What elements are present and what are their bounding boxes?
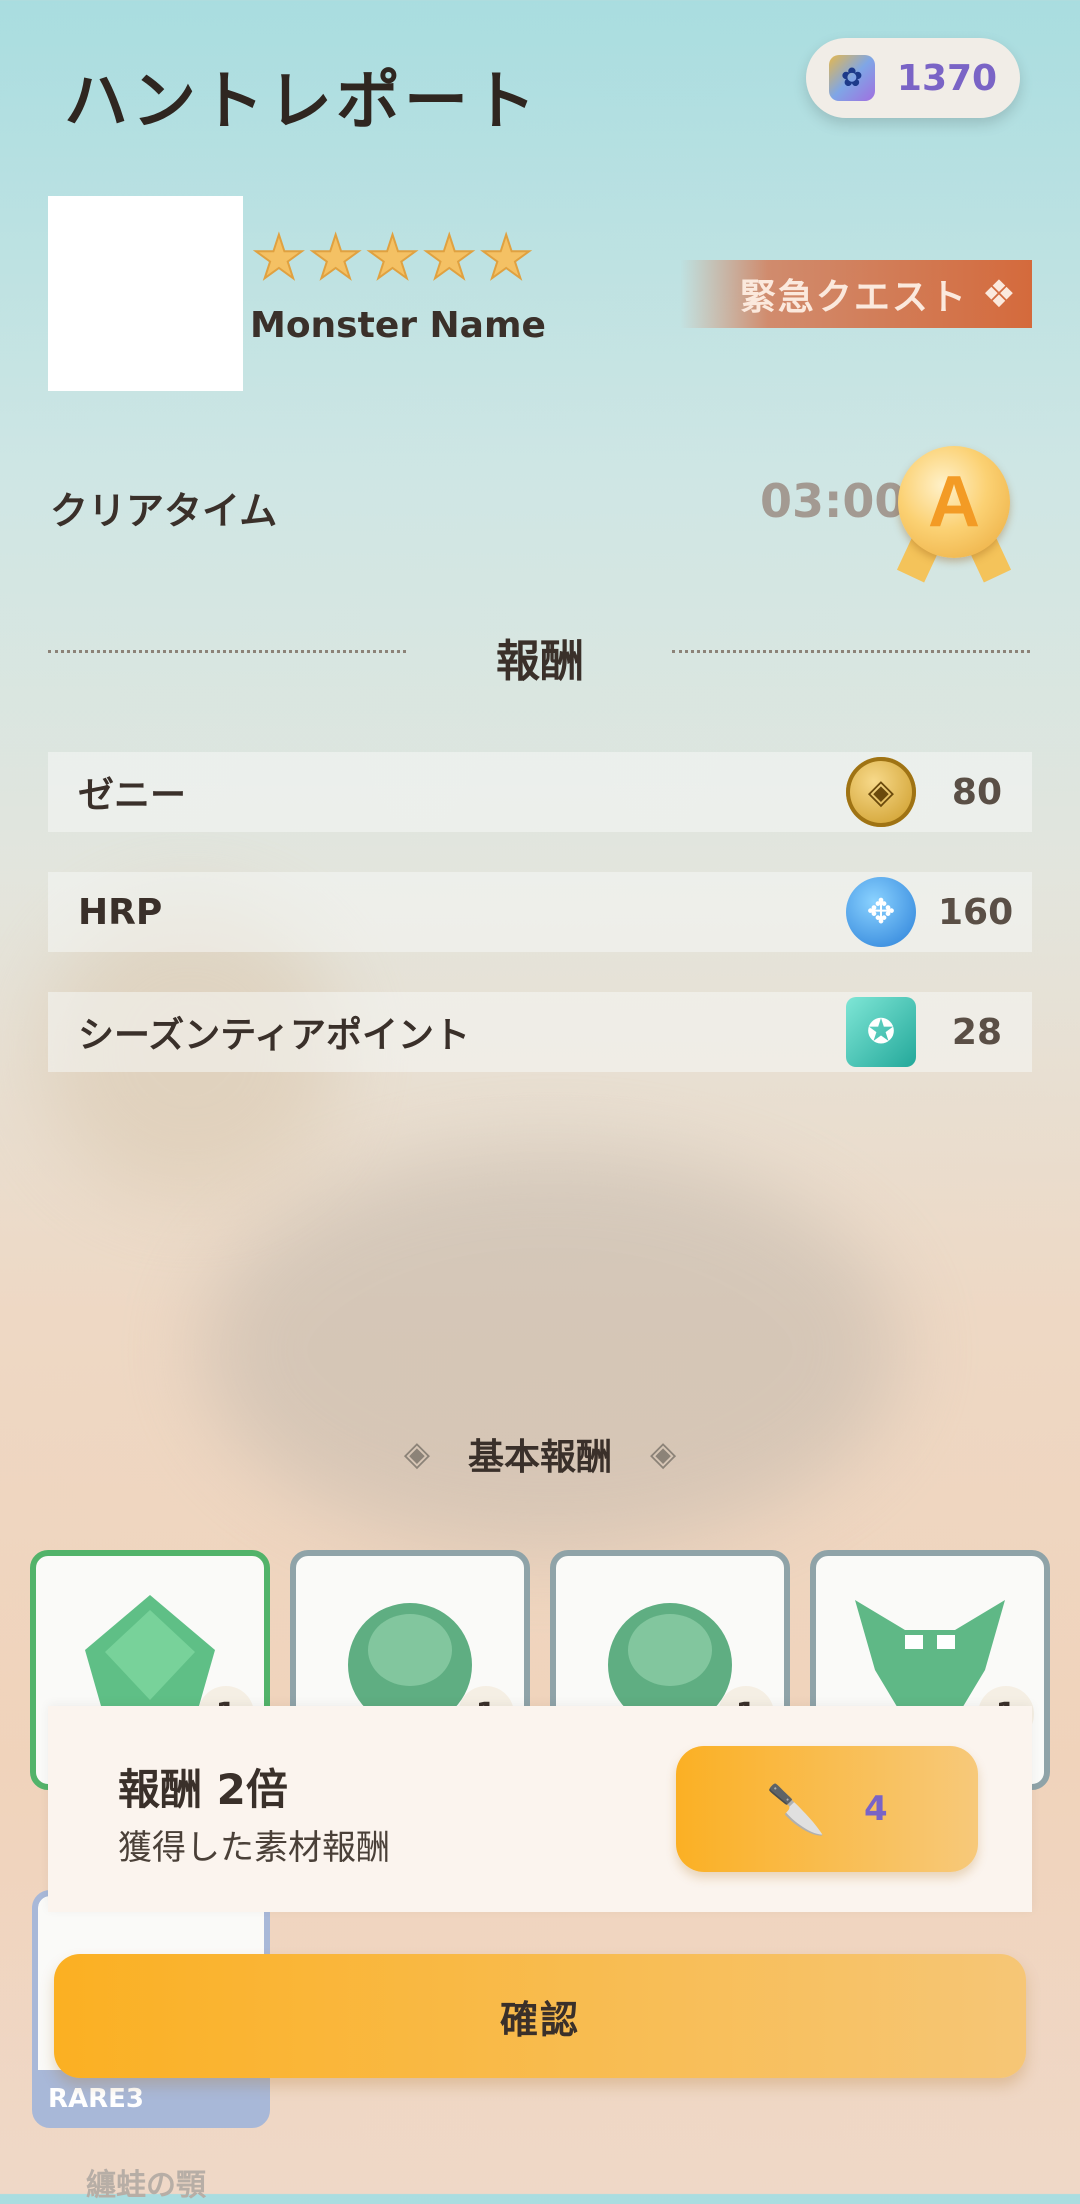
- diamond-outline-icon: ◈: [403, 1434, 430, 1474]
- confirm-button[interactable]: 確認: [54, 1954, 1026, 2078]
- rank-letter: A: [928, 462, 980, 542]
- star-icon: ★: [365, 223, 421, 293]
- star-rating: ★ ★ ★ ★ ★: [251, 223, 534, 293]
- reward-label: ゼニー: [78, 775, 187, 816]
- reward-label: シーズンティアポイント: [78, 1015, 471, 1056]
- double-reward-cost: 4: [864, 1789, 888, 1829]
- quest-tag-banner: 緊急クエスト ❖: [680, 260, 1032, 328]
- knife-icon: 🔪: [766, 1781, 827, 1838]
- clear-time-value: 03:00: [760, 474, 907, 528]
- season-point-icon: ✪: [846, 997, 916, 1067]
- star-icon: ★: [478, 223, 534, 293]
- double-reward-panel: 報酬 2倍 獲得した素材報酬 🔪 4: [48, 1706, 1032, 1912]
- paw-gem-icon: ✿: [828, 55, 875, 101]
- reward-label: HRP: [78, 891, 163, 933]
- double-reward-subtitle: 獲得した素材報酬: [118, 1828, 390, 1868]
- reward-value: 80: [951, 771, 1002, 813]
- currency-value: 1370: [896, 57, 998, 99]
- clear-time-label: クリアタイム: [50, 489, 278, 533]
- hrp-icon: ✥: [846, 877, 916, 947]
- monster-image: [48, 196, 243, 391]
- double-reward-title: 報酬 2倍: [118, 1765, 288, 1814]
- reward-row-zenny: ゼニー ◈ 80: [48, 752, 1032, 832]
- background-blur: [200, 1150, 900, 1550]
- item-name: 纏蛙の顎: [86, 2168, 206, 2203]
- divider-right: [672, 650, 1030, 653]
- star-icon: ★: [308, 223, 364, 293]
- rank-medal: A: [898, 446, 1010, 558]
- basic-rewards-header: ◈ 基本報酬 ◈: [0, 1428, 1080, 1480]
- rank-medal-icon: A: [892, 446, 1016, 583]
- monster-name: Monster Name: [250, 305, 546, 346]
- basic-rewards-title: 基本報酬: [467, 1437, 612, 1478]
- quest-tag-label: 緊急クエスト: [739, 277, 968, 318]
- reward-value: 160: [938, 891, 1014, 933]
- zenny-coin-icon: ◈: [846, 757, 916, 827]
- currency-pill[interactable]: ✿ 1370: [806, 38, 1020, 118]
- reward-value: 28: [951, 1011, 1002, 1053]
- star-icon: ★: [251, 223, 307, 293]
- star-icon: ★: [421, 223, 477, 293]
- rarity-label: RARE3: [48, 2084, 145, 2114]
- double-reward-button[interactable]: 🔪 4: [676, 1746, 978, 1872]
- rewards-title: 報酬: [496, 636, 584, 687]
- diamond-outline-icon: ◈: [650, 1434, 677, 1474]
- page-title: ハントレポート: [64, 65, 540, 139]
- reward-row-season-points: シーズンティアポイント ✪ 28: [48, 992, 1032, 1072]
- reward-row-hrp: HRP ✥ 160: [48, 872, 1032, 952]
- diamond-pattern-icon: ❖: [981, 272, 1016, 316]
